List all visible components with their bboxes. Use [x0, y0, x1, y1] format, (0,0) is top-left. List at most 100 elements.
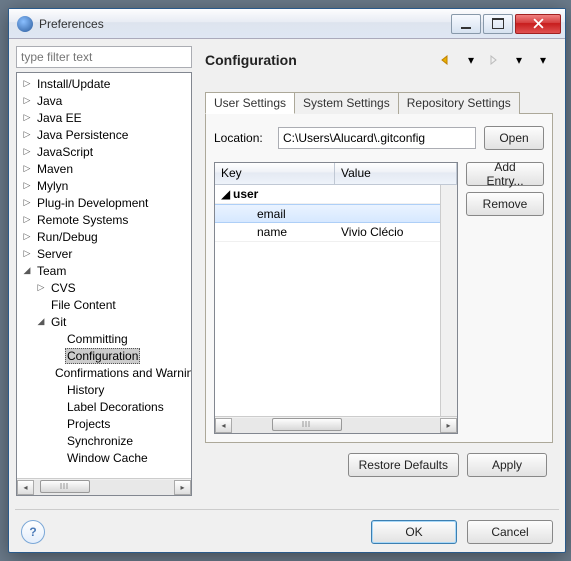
- table-scroll-thumb[interactable]: [272, 418, 342, 431]
- tree-twisty-icon[interactable]: ▷: [21, 95, 33, 107]
- tree-twisty-icon[interactable]: ▷: [21, 197, 33, 209]
- tree-item-label: Confirmations and Warnings: [53, 366, 191, 380]
- table-horizontal-scrollbar[interactable]: ◂ ▸: [215, 416, 457, 433]
- tree-item-label: Remote Systems: [35, 213, 130, 227]
- tree-twisty-icon[interactable]: ▷: [21, 146, 33, 158]
- tree-item[interactable]: ▷Java Persistence: [17, 126, 191, 143]
- tree-item-label: Maven: [35, 162, 75, 176]
- tree-item-label: Install/Update: [35, 77, 112, 91]
- tree-twisty-icon[interactable]: ▷: [21, 214, 33, 226]
- tree-item[interactable]: ▷Run/Debug: [17, 228, 191, 245]
- tree-twisty-icon[interactable]: ▷: [21, 129, 33, 141]
- cancel-button[interactable]: Cancel: [467, 520, 553, 544]
- ok-button[interactable]: OK: [371, 520, 457, 544]
- tree-item[interactable]: Confirmations and Warnings: [17, 364, 191, 381]
- view-menu-icon[interactable]: ▾: [533, 52, 553, 68]
- nav-back-menu-icon[interactable]: ▾: [461, 52, 481, 68]
- tree-twisty-icon[interactable]: [35, 299, 47, 311]
- apply-button[interactable]: Apply: [467, 453, 547, 477]
- tab[interactable]: Repository Settings: [398, 92, 520, 114]
- tree-item[interactable]: ▷Plug-in Development: [17, 194, 191, 211]
- tree-item[interactable]: ▷JavaScript: [17, 143, 191, 160]
- tree-item-label: File Content: [49, 298, 118, 312]
- close-button[interactable]: [515, 14, 561, 34]
- tree-item[interactable]: ▷Remote Systems: [17, 211, 191, 228]
- tree-item[interactable]: ▷Java EE: [17, 109, 191, 126]
- tree-twisty-icon[interactable]: ◢: [21, 265, 33, 277]
- tree-twisty-icon[interactable]: ▷: [21, 231, 33, 243]
- tree-twisty-icon[interactable]: [51, 350, 63, 362]
- tree-twisty-icon[interactable]: [51, 418, 63, 430]
- config-table[interactable]: Key Value ◢useremailnameVivio Clécio ◂ ▸: [214, 162, 458, 434]
- location-label: Location:: [214, 131, 270, 145]
- tree-item[interactable]: Synchronize: [17, 432, 191, 449]
- tree-twisty-icon[interactable]: [51, 333, 63, 345]
- tree-item-label: History: [65, 383, 106, 397]
- tree-item[interactable]: ▷Install/Update: [17, 75, 191, 92]
- nav-forward-icon[interactable]: [485, 52, 505, 68]
- preferences-tree[interactable]: ▷Install/Update▷Java▷Java EE▷Java Persis…: [16, 72, 192, 496]
- tree-horizontal-scrollbar[interactable]: ◂ ▸: [17, 478, 191, 495]
- scroll-thumb[interactable]: [40, 480, 90, 493]
- tree-item[interactable]: Label Decorations: [17, 398, 191, 415]
- restore-defaults-button[interactable]: Restore Defaults: [348, 453, 459, 477]
- tree-item[interactable]: ▷Java: [17, 92, 191, 109]
- maximize-button[interactable]: [483, 14, 513, 34]
- tree-item-label: Projects: [65, 417, 112, 431]
- tree-item[interactable]: Configuration: [17, 347, 191, 364]
- tree-item[interactable]: Committing: [17, 330, 191, 347]
- tree-twisty-icon[interactable]: ▷: [21, 78, 33, 90]
- tree-item[interactable]: Projects: [17, 415, 191, 432]
- tree-item[interactable]: ◢Git: [17, 313, 191, 330]
- table-row[interactable]: ◢user: [215, 185, 457, 204]
- tree-item[interactable]: Window Cache: [17, 449, 191, 466]
- help-icon[interactable]: ?: [21, 520, 45, 544]
- nav-back-icon[interactable]: [437, 52, 457, 68]
- tab[interactable]: System Settings: [294, 92, 399, 114]
- page-title: Configuration: [205, 52, 437, 68]
- tree-twisty-icon[interactable]: [51, 435, 63, 447]
- tab-panel: Location: Open Key Value ◢useremailnameV…: [205, 114, 553, 443]
- tree-twisty-icon[interactable]: [51, 384, 63, 396]
- open-button[interactable]: Open: [484, 126, 544, 150]
- table-header: Key Value: [215, 163, 457, 185]
- table-vertical-scrollbar[interactable]: [440, 185, 457, 416]
- column-key[interactable]: Key: [215, 163, 335, 184]
- remove-button[interactable]: Remove: [466, 192, 544, 216]
- tree-twisty-icon[interactable]: ▷: [35, 282, 47, 294]
- tree-twisty-icon[interactable]: ◢: [35, 316, 47, 328]
- scroll-left-arrow[interactable]: ◂: [17, 480, 34, 495]
- tree-item-label: Java Persistence: [35, 128, 130, 142]
- tree-twisty-icon[interactable]: ▷: [21, 112, 33, 124]
- table-scroll-right[interactable]: ▸: [440, 418, 457, 433]
- tree-twisty-icon[interactable]: [51, 401, 63, 413]
- tab[interactable]: User Settings: [205, 92, 295, 114]
- tree-twisty-icon[interactable]: ▷: [21, 163, 33, 175]
- add-entry-button[interactable]: Add Entry...: [466, 162, 544, 186]
- tree-item[interactable]: File Content: [17, 296, 191, 313]
- tree-item[interactable]: ▷Server: [17, 245, 191, 262]
- scroll-right-arrow[interactable]: ▸: [174, 480, 191, 495]
- tree-item-label: Mylyn: [35, 179, 70, 193]
- window-title: Preferences: [39, 17, 449, 31]
- tree-twisty-icon[interactable]: [51, 452, 63, 464]
- column-value[interactable]: Value: [335, 163, 457, 184]
- tree-twisty-icon[interactable]: ▷: [21, 248, 33, 260]
- tree-item[interactable]: ▷Mylyn: [17, 177, 191, 194]
- table-scroll-left[interactable]: ◂: [215, 418, 232, 433]
- filter-input[interactable]: [16, 46, 192, 68]
- tree-item[interactable]: History: [17, 381, 191, 398]
- row-twisty-icon[interactable]: ◢: [221, 187, 233, 201]
- titlebar[interactable]: Preferences: [9, 9, 565, 39]
- tree-item-label: Git: [49, 315, 68, 329]
- tree-item[interactable]: ▷CVS: [17, 279, 191, 296]
- tree-item-label: Team: [35, 264, 68, 278]
- tree-item[interactable]: ▷Maven: [17, 160, 191, 177]
- nav-forward-menu-icon[interactable]: ▾: [509, 52, 529, 68]
- tree-item[interactable]: ◢Team: [17, 262, 191, 279]
- minimize-button[interactable]: [451, 14, 481, 34]
- table-row[interactable]: email: [215, 204, 457, 223]
- table-row[interactable]: nameVivio Clécio: [215, 223, 457, 242]
- tree-twisty-icon[interactable]: ▷: [21, 180, 33, 192]
- location-input[interactable]: [278, 127, 476, 149]
